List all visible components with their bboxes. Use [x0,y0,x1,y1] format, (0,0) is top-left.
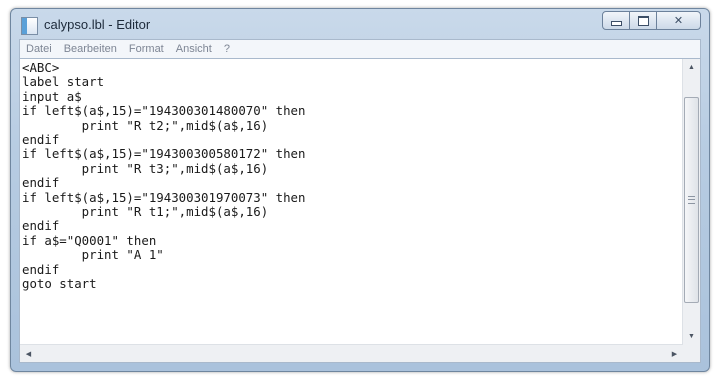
menu-ansicht[interactable]: Ansicht [170,43,218,55]
vertical-scrollbar[interactable]: ▲ ▼ [682,59,700,345]
menu-help[interactable]: ? [218,43,236,55]
menu-bearbeiten[interactable]: Bearbeiten [58,43,123,55]
arrow-right-icon[interactable]: ▶ [666,345,683,362]
text-area[interactable]: <ABC> label start input a$ if left$(a$,1… [22,61,682,345]
editor-content[interactable]: <ABC> label start input a$ if left$(a$,1… [22,61,682,292]
window-title: calypso.lbl - Editor [44,17,151,32]
editor-client-area: <ABC> label start input a$ if left$(a$,1… [19,58,701,363]
arrow-left-icon[interactable]: ◀ [20,345,37,362]
title-bar[interactable]: calypso.lbl - Editor ✕ [11,9,709,39]
arrow-up-icon[interactable]: ▲ [683,59,700,76]
caption-buttons: ✕ [602,11,701,30]
maximize-button[interactable] [629,11,657,30]
arrow-down-icon[interactable]: ▼ [683,328,700,345]
scrollbar-corner [683,345,700,362]
vertical-scroll-thumb[interactable] [684,97,699,303]
menu-format[interactable]: Format [123,43,170,55]
minimize-icon [610,21,622,26]
menu-datei[interactable]: Datei [20,43,58,55]
editor-window: calypso.lbl - Editor ✕ Datei Bearbeiten … [10,8,710,372]
close-icon: ✕ [673,15,684,27]
horizontal-scrollbar[interactable]: ◀ ▶ [20,344,683,362]
notepad-icon[interactable] [21,17,38,35]
menu-bar: Datei Bearbeiten Format Ansicht ? [19,39,701,58]
grip-icon [688,196,695,204]
maximize-icon [637,15,649,26]
close-button[interactable]: ✕ [656,11,701,30]
minimize-button[interactable] [602,11,630,30]
